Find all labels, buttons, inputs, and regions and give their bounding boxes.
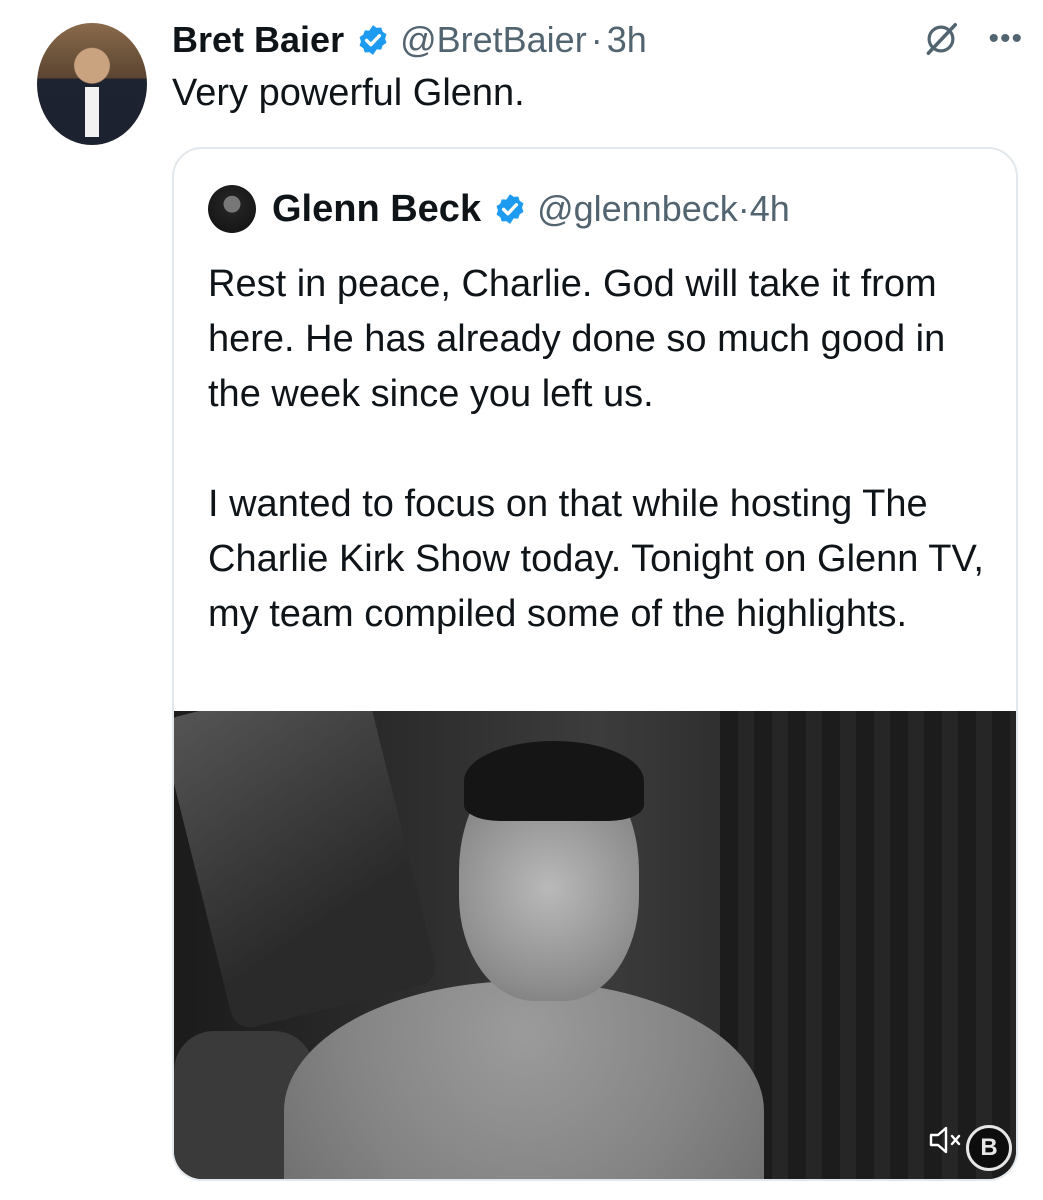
quoted-tweet-text: Rest in peace, Charlie. God will take it… — [208, 257, 998, 697]
author-name[interactable]: Bret Baier — [172, 19, 344, 61]
avatar-shirt — [85, 87, 99, 137]
author-handle[interactable]: @BretBaier — [400, 19, 587, 61]
background-banner — [174, 711, 440, 1032]
quoted-tweet-header: Glenn Beck @glennbeck · 4h — [208, 185, 790, 233]
grok-icon[interactable] — [922, 20, 960, 58]
quoted-tweet[interactable]: Glenn Beck @glennbeck · 4h Rest in peace… — [172, 147, 1018, 1181]
separator-dot: · — [590, 19, 603, 60]
tweet-text: Very powerful Glenn. — [172, 72, 525, 114]
author-avatar[interactable] — [37, 23, 147, 145]
quoted-paragraph-2: I wanted to focus on that while hosting … — [208, 483, 984, 635]
quoted-tweet-timestamp[interactable]: 4h — [750, 188, 790, 230]
quoted-paragraph-1: Rest in peace, Charlie. God will take it… — [208, 263, 946, 415]
quoted-author-avatar[interactable] — [208, 185, 256, 233]
separator-dot: · — [737, 188, 750, 229]
person-body — [284, 981, 764, 1179]
tweet-header: Bret Baier @BretBaier · 3h ••• — [172, 16, 1023, 64]
verified-badge-icon — [496, 194, 524, 224]
video-player[interactable]: B — [174, 711, 1016, 1179]
brand-logo-icon: B — [966, 1125, 1012, 1171]
more-options-icon[interactable]: ••• — [988, 24, 1023, 54]
header-actions: ••• — [922, 20, 1023, 58]
background-curtain — [720, 711, 1016, 1179]
person-hair — [464, 741, 644, 821]
quoted-author-handle[interactable]: @glennbeck — [537, 188, 738, 230]
quoted-author-name[interactable]: Glenn Beck — [272, 188, 481, 231]
muted-speaker-icon[interactable] — [928, 1125, 962, 1155]
tweet-timestamp[interactable]: 3h — [607, 19, 647, 61]
verified-badge-icon — [359, 25, 387, 55]
